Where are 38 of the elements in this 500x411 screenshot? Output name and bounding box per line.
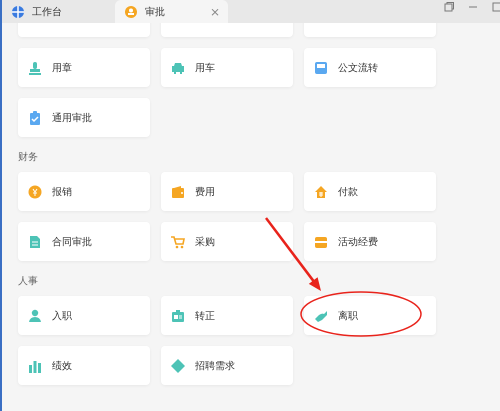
approval-card[interactable]: 用章 (18, 48, 150, 87)
approval-card[interactable]: 用车 (161, 48, 293, 87)
clipboard-icon (28, 110, 42, 124)
person-icon (28, 308, 42, 322)
section-heading: 财务 (18, 151, 39, 165)
document-icon (28, 234, 42, 248)
approval-card[interactable]: 采购 (161, 222, 293, 261)
shop-icon (314, 234, 328, 248)
approval-card[interactable]: 离职 (304, 296, 436, 335)
approval-card[interactable]: 费用 (161, 172, 293, 211)
coin-icon (28, 184, 42, 198)
house-icon (314, 184, 328, 198)
maximize-icon[interactable] (492, 2, 500, 12)
cart-icon (171, 234, 185, 248)
approval-card[interactable]: 公文流转 (304, 48, 436, 87)
approval-card[interactable]: 招聘需求 (161, 346, 293, 385)
user-icon (125, 6, 137, 18)
tab[interactable]: 工作台 (2, 0, 115, 23)
hand-icon (314, 308, 328, 322)
wallet-icon (171, 184, 185, 198)
globe-icon (12, 6, 24, 18)
diamond-icon (171, 358, 185, 372)
restore-icon[interactable] (444, 2, 454, 12)
car-icon (171, 60, 185, 74)
approval-card[interactable]: 合同审批 (18, 222, 150, 261)
inbox-icon (314, 60, 328, 74)
approval-card[interactable]: 报销 (18, 172, 150, 211)
approval-card[interactable]: 入职 (18, 296, 150, 335)
approval-card[interactable]: 活动经费 (304, 222, 436, 261)
stamp-icon (28, 60, 42, 74)
approval-card[interactable]: 绩效 (18, 346, 150, 385)
approval-card[interactable]: 付款 (304, 172, 436, 211)
approval-card[interactable]: 转正 (161, 296, 293, 335)
bar-chart-icon (28, 358, 42, 372)
tab[interactable]: 审批 × (115, 0, 228, 23)
section-heading: 人事 (18, 275, 39, 289)
id-card-icon (171, 308, 185, 322)
approval-card[interactable]: 通用审批 (18, 98, 150, 137)
